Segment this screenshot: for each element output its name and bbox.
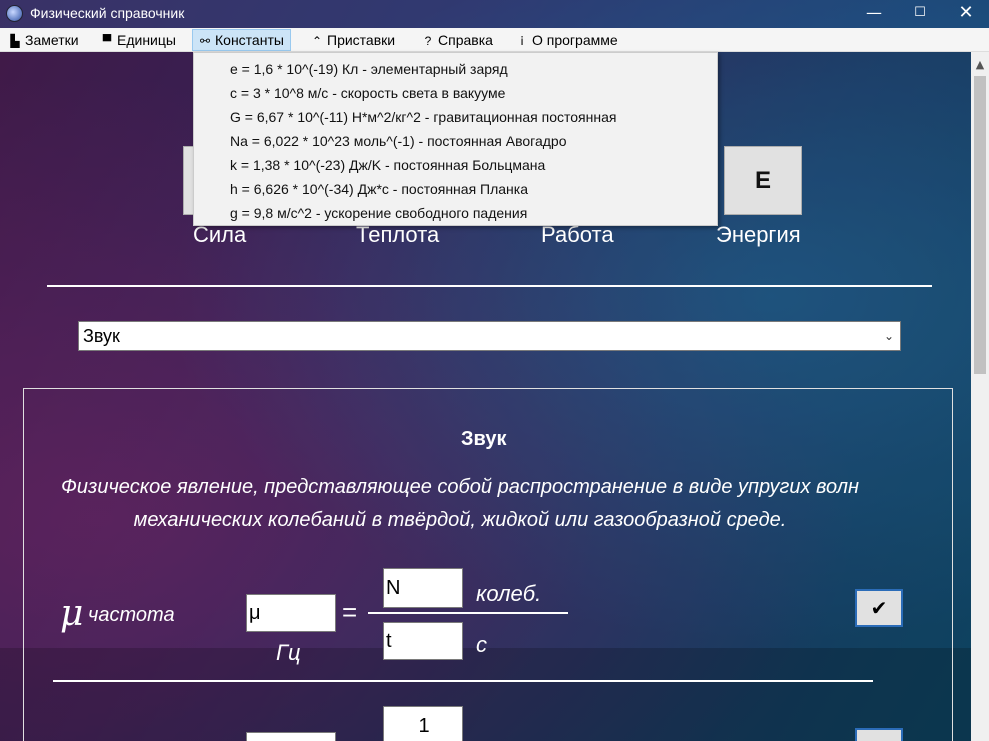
menu-units-label: Единицы <box>117 32 176 48</box>
topic-title: Звук <box>461 428 507 450</box>
constant-planck[interactable]: h = 6,626 * 10^(-34) Дж*с - постоянная П… <box>194 177 717 201</box>
time-unit: с <box>476 632 487 657</box>
menu-notes-label: Заметки <box>25 32 79 48</box>
frequency-unit: Гц <box>276 640 301 665</box>
menu-help-label: Справка <box>438 32 493 48</box>
menu-help[interactable]: ? Справка <box>416 30 499 50</box>
maximize-button[interactable]: ☐ <box>897 0 943 28</box>
menu-constants[interactable]: ⚯ Константы <box>192 29 291 51</box>
help-icon: ? <box>424 34 432 48</box>
constant-avogadro[interactable]: Na = 6,022 * 10^23 моль^(-1) - постоянна… <box>194 129 717 153</box>
constant-gravitational[interactable]: G = 6,67 * 10^(-11) Н*м^2/кг^2 - гравита… <box>194 105 717 129</box>
close-button[interactable]: ✕ <box>943 0 989 28</box>
formula2-result-input[interactable] <box>246 732 336 741</box>
chevron-down-icon: ⌄ <box>883 329 894 343</box>
menu-constants-label: Константы <box>215 32 284 48</box>
formula2-numerator-input[interactable]: 1 <box>383 706 463 741</box>
formula-quantity-name: частота <box>88 604 175 626</box>
check-icon: ✔ <box>870 596 888 620</box>
topic-select[interactable]: Звук ⌄ <box>78 321 901 351</box>
time-input[interactable]: t <box>383 622 463 660</box>
constants-dropdown: e = 1,6 * 10^(-19) Кл - элементарный зар… <box>193 52 718 226</box>
window-title: Физический справочник <box>30 5 185 21</box>
app-icon <box>6 5 23 22</box>
menu-prefixes[interactable]: ⌃ Приставки <box>305 30 401 50</box>
minimize-button[interactable]: — <box>851 0 897 28</box>
menu-about[interactable]: ⅰ О программе <box>510 30 624 50</box>
prefixes-icon: ⌃ <box>311 34 323 48</box>
units-icon: ▀ <box>102 34 112 48</box>
divider-formula <box>53 680 873 682</box>
oscillations-input[interactable]: N <box>383 568 463 608</box>
scroll-thumb[interactable] <box>974 76 986 374</box>
equals-sign: = <box>342 597 358 627</box>
energy-tile-button[interactable]: E <box>724 146 802 215</box>
menu-about-label: О программе <box>532 32 618 48</box>
fraction-line <box>368 612 568 614</box>
constant-elementary-charge[interactable]: e = 1,6 * 10^(-19) Кл - элементарный зар… <box>194 57 717 81</box>
title-bar: Физический справочник — ☐ ✕ <box>0 0 989 28</box>
constant-speed-of-light[interactable]: c = 3 * 10^8 м/с - скорость света в ваку… <box>194 81 717 105</box>
divider-top <box>47 285 932 287</box>
frequency-input[interactable]: μ <box>246 594 336 632</box>
constants-icon: ⚯ <box>199 34 211 48</box>
oscillations-unit: колеб. <box>476 581 542 606</box>
menu-bar: ▙ Заметки ▀ Единицы ⚯ Константы ⌃ Приставки … <box>0 28 989 52</box>
about-icon: ⅰ <box>520 34 524 48</box>
scroll-up-arrow-icon[interactable]: ▲ <box>971 56 989 74</box>
category-energy-label: Энергия <box>716 222 801 247</box>
notes-icon: ▙ <box>10 34 20 48</box>
constant-boltzmann[interactable]: k = 1,38 * 10^(-23) Дж/K - постоянная Бо… <box>194 153 717 177</box>
topic-description: Физическое явление, представляющее собой… <box>61 476 859 531</box>
calculate-check-button[interactable]: ✔ <box>855 589 903 627</box>
menu-units[interactable]: ▀ Единицы <box>95 30 182 50</box>
formula-symbol: μ <box>60 593 84 634</box>
menu-prefixes-label: Приставки <box>327 32 396 48</box>
topic-select-value: Звук <box>83 326 120 346</box>
constant-gravity-acceleration[interactable]: g = 9,8 м/с^2 - ускорение свободного пад… <box>194 201 717 225</box>
formula2-check-button[interactable] <box>855 728 903 741</box>
menu-notes[interactable]: ▙ Заметки <box>3 30 85 50</box>
